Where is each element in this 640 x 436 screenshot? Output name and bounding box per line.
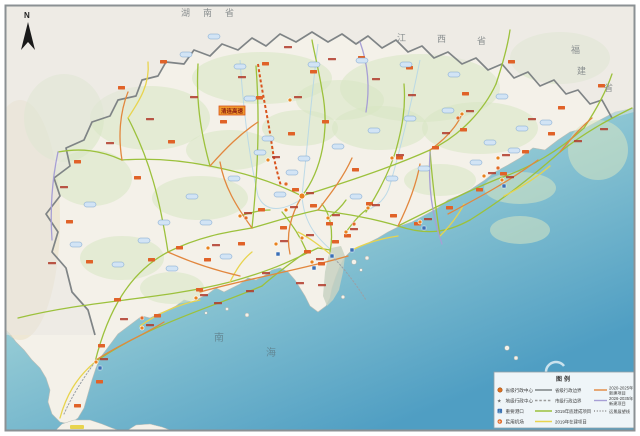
svg-text:海: 海: [266, 346, 276, 359]
island: [245, 313, 249, 317]
map-content: 湖南省江西省福建省南海清连高速: [0, 6, 634, 430]
map-canvas: 湖南省江西省福建省南海清连高速N图例省级行政中心省级行政边界2020-2025年…: [0, 0, 640, 436]
legend-label: 市级行政边界: [555, 397, 582, 404]
legend-label: 重要港口: [506, 408, 525, 415]
svg-text:省: 省: [477, 35, 486, 46]
legend-row: ⚓重要港口 2019年底建成项目 远景展望线: [498, 408, 631, 415]
svg-text:江: 江: [397, 33, 406, 43]
legend-label: 2019年在建项目: [555, 418, 587, 425]
svg-text:省: 省: [225, 7, 234, 18]
legend-label: 民用机场: [506, 418, 525, 425]
svg-text:省: 省: [604, 82, 613, 93]
island: [341, 295, 345, 299]
label-hunan-province: 湖南省: [181, 7, 234, 18]
hainan-road-badge: [70, 425, 84, 429]
svg-text:湖: 湖: [181, 8, 190, 18]
island: [514, 356, 518, 360]
island: [505, 346, 510, 351]
svg-text:南: 南: [203, 7, 212, 18]
legend-label: 地级行政中心: [506, 397, 534, 404]
prefecture-city-icon: ★: [497, 399, 502, 405]
svg-text:福: 福: [571, 44, 580, 55]
legend-label: 省级行政边界: [555, 387, 582, 394]
north-arrow-n: N: [24, 11, 30, 20]
highlight-label-text: 清连高速: [221, 107, 244, 115]
island: [225, 307, 228, 310]
island: [365, 256, 369, 260]
svg-text:建: 建: [577, 65, 586, 76]
island: [205, 312, 208, 315]
legend-title: 图例: [556, 375, 572, 383]
legend-label: 远景展望线: [609, 408, 631, 415]
svg-text:南: 南: [214, 331, 224, 344]
island: [360, 269, 363, 272]
island: [352, 260, 357, 265]
legend: 图例省级行政中心省级行政边界2020-2025年新建项目★地级行政中心市级行政边…: [494, 372, 635, 428]
legend-label: 新建项目: [609, 400, 626, 407]
legend-label: 省级行政中心: [506, 387, 534, 394]
anchor-icon: ⚓: [498, 409, 503, 414]
svg-text:西: 西: [437, 34, 446, 44]
provincial-capital-icon: [498, 388, 502, 392]
legend-label: 2019年底建成项目: [555, 408, 591, 415]
map-page: 湖南省江西省福建省南海清连高速N图例省级行政中心省级行政边界2020-2025年…: [0, 0, 640, 436]
